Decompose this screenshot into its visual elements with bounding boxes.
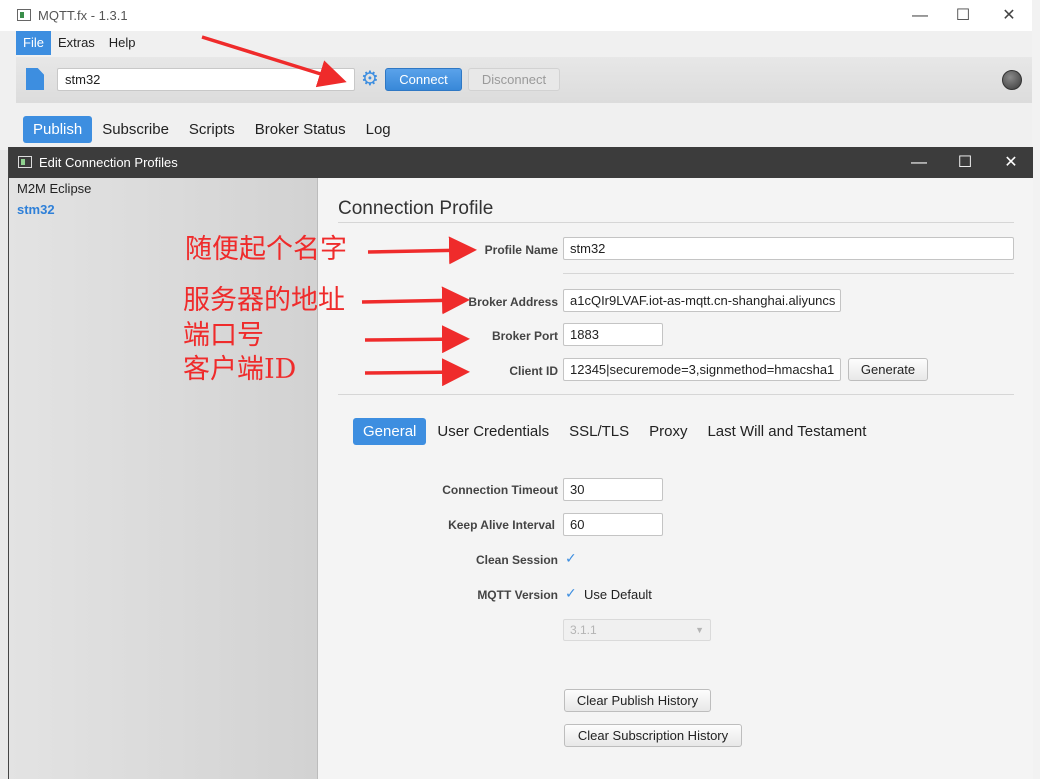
arrow-to-broker-address [361, 286, 470, 315]
arrow-to-gear [201, 35, 347, 88]
annotation-arrows [201, 35, 477, 387]
arrow-to-profile-name [367, 236, 477, 265]
arrow-to-broker-port [364, 325, 470, 354]
arrow-to-client-id [364, 358, 470, 387]
